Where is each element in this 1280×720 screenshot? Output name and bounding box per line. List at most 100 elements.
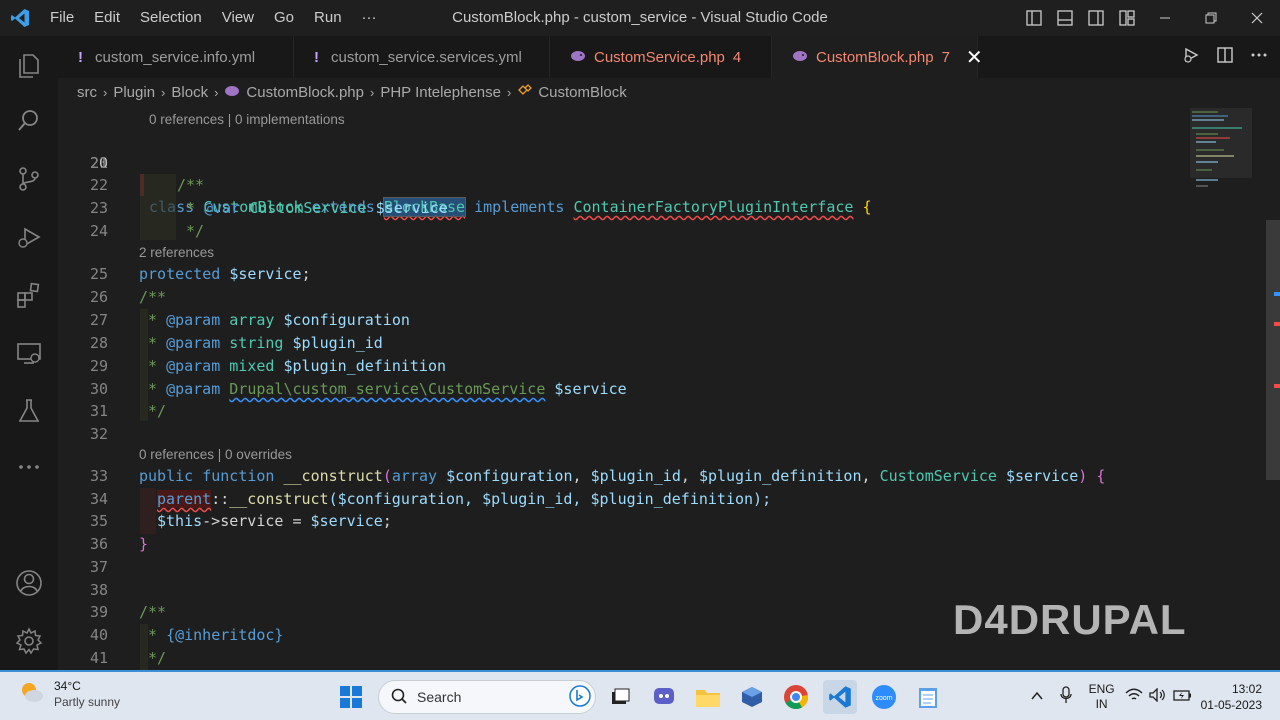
line-number: 30: [89, 380, 108, 398]
line-number: 39: [89, 603, 108, 621]
line-number: 40: [89, 626, 108, 644]
problem-count-badge: 7: [941, 48, 950, 66]
search-icon[interactable]: [0, 96, 58, 146]
weather-desc: Partly sunny: [54, 695, 121, 709]
line-number: 32: [89, 425, 108, 443]
line-number: 33: [89, 467, 108, 485]
microphone-icon[interactable]: [1059, 685, 1073, 709]
breadcrumb-src[interactable]: src: [77, 84, 97, 101]
chevron-up-icon[interactable]: [1031, 688, 1043, 706]
weather-widget[interactable]: 34°C Partly sunny: [18, 678, 120, 710]
menu-view[interactable]: View: [212, 0, 264, 36]
problem-count-badge: 4: [732, 48, 742, 66]
vertical-scrollbar[interactable]: [1266, 106, 1280, 670]
toggle-panel-icon[interactable]: [1049, 0, 1080, 36]
input-language[interactable]: ENG IN: [1089, 682, 1115, 712]
class-symbol-icon: [517, 83, 533, 101]
wifi-icon[interactable]: [1125, 688, 1143, 707]
teams-chat-icon[interactable]: [647, 680, 681, 714]
close-tab-icon[interactable]: ✕: [966, 45, 983, 70]
breadcrumb-file[interactable]: CustomBlock.php: [246, 84, 364, 101]
close-window-button[interactable]: [1234, 0, 1280, 36]
php-elephant-icon: [570, 49, 586, 66]
remote-explorer-icon[interactable]: [0, 328, 58, 378]
minimap[interactable]: [1188, 106, 1266, 670]
virtualbox-icon[interactable]: [735, 680, 769, 714]
title-bar: File Edit Selection View Go Run ··· Cust…: [0, 0, 1280, 36]
php-elephant-icon: [224, 84, 240, 101]
line-number: 28: [89, 334, 108, 352]
line-number: 24: [89, 222, 108, 240]
minimize-button[interactable]: [1142, 0, 1188, 36]
accounts-icon[interactable]: [0, 558, 58, 608]
windows-start-icon[interactable]: [334, 680, 368, 714]
testing-icon[interactable]: [0, 386, 58, 436]
tab-label: custom_service.services.yml: [331, 48, 522, 66]
editor-tabs: ! custom_service.info.yml ! custom_servi…: [58, 36, 1280, 78]
explorer-icon[interactable]: [0, 40, 58, 90]
line-number: 29: [89, 357, 108, 375]
volume-icon[interactable]: [1148, 686, 1167, 707]
line-number: 41: [89, 649, 108, 667]
chevron-right-icon: ›: [103, 84, 108, 100]
notepad-icon[interactable]: [911, 680, 945, 714]
more-views-icon[interactable]: [0, 442, 58, 492]
codelens-references[interactable]: 2 references: [139, 243, 214, 263]
taskbar-search-input[interactable]: Search: [378, 680, 596, 714]
code-editor[interactable]: 0 references | 0 implementations 20 clas…: [58, 106, 1188, 670]
run-php-icon[interactable]: [1182, 46, 1200, 69]
extensions-icon[interactable]: [0, 270, 58, 320]
codelens-references[interactable]: 0 references | 0 overrides: [139, 445, 292, 465]
settings-gear-icon[interactable]: [0, 616, 58, 666]
menu-selection[interactable]: Selection: [130, 0, 212, 36]
run-debug-icon[interactable]: [0, 212, 58, 262]
menu-bar: File Edit Selection View Go Run ···: [40, 0, 387, 36]
breadcrumb-block[interactable]: Block: [171, 84, 208, 101]
split-editor-icon[interactable]: [1216, 46, 1234, 69]
tab-info-yml[interactable]: ! custom_service.info.yml: [58, 36, 294, 78]
menu-run[interactable]: Run: [304, 0, 352, 36]
lang-bottom: IN: [1095, 697, 1108, 711]
codelens-references[interactable]: 0 references | 0 implementations: [149, 110, 345, 130]
tab-customservice-php[interactable]: CustomService.php 4: [550, 36, 772, 78]
tab-customblock-php[interactable]: CustomBlock.php 7 ✕: [772, 36, 983, 78]
lang-top: ENG: [1088, 682, 1115, 696]
battery-icon[interactable]: [1172, 688, 1193, 707]
breadcrumb: src › Plugin › Block › CustomBlock.php ›…: [58, 78, 1280, 106]
menu-go[interactable]: Go: [264, 0, 304, 36]
chrome-icon[interactable]: [779, 680, 813, 714]
breadcrumb-intelephense[interactable]: PHP Intelephense: [380, 84, 501, 101]
file-explorer-icon[interactable]: [691, 680, 725, 714]
search-placeholder: Search: [417, 689, 462, 705]
breadcrumb-plugin[interactable]: Plugin: [113, 84, 155, 101]
code-line: 20 class CustomBlock extends BlockBase i…: [58, 130, 1188, 217]
yaml-file-icon: !: [314, 48, 319, 66]
customize-layout-icon[interactable]: [1111, 0, 1142, 36]
scrollbar-thumb[interactable]: [1266, 220, 1280, 480]
tab-label: custom_service.info.yml: [95, 48, 256, 66]
more-actions-icon[interactable]: [1250, 46, 1268, 69]
svg-text:zoom: zoom: [875, 695, 892, 702]
menu-file[interactable]: File: [40, 0, 84, 36]
windows-taskbar: 34°C Partly sunny Search zoom ENG IN 13:…: [0, 670, 1280, 720]
clock[interactable]: 13:02 01-05-2023: [1201, 681, 1262, 713]
toggle-primary-sidebar-icon[interactable]: [1018, 0, 1049, 36]
chevron-right-icon: ›: [369, 84, 375, 100]
line-number: 21: [89, 154, 108, 172]
restore-button[interactable]: [1188, 0, 1234, 36]
line-number: 25: [89, 265, 108, 283]
source-control-icon[interactable]: [0, 154, 58, 204]
channel-watermark: D4DRUPAL: [953, 596, 1187, 643]
weather-temp: 34°C: [54, 679, 81, 693]
tab-services-yml[interactable]: ! custom_service.services.yml: [294, 36, 550, 78]
menu-more[interactable]: ···: [352, 0, 387, 36]
tab-label: CustomService.php: [594, 48, 725, 66]
breadcrumb-class[interactable]: CustomBlock: [538, 84, 626, 101]
toggle-secondary-sidebar-icon[interactable]: [1080, 0, 1111, 36]
menu-edit[interactable]: Edit: [84, 0, 130, 36]
task-view-icon[interactable]: [603, 680, 637, 714]
vscode-logo-icon[interactable]: [0, 0, 40, 36]
bing-icon: [569, 684, 591, 710]
vscode-taskbar-icon[interactable]: [823, 680, 857, 714]
zoom-icon[interactable]: zoom: [867, 680, 901, 714]
